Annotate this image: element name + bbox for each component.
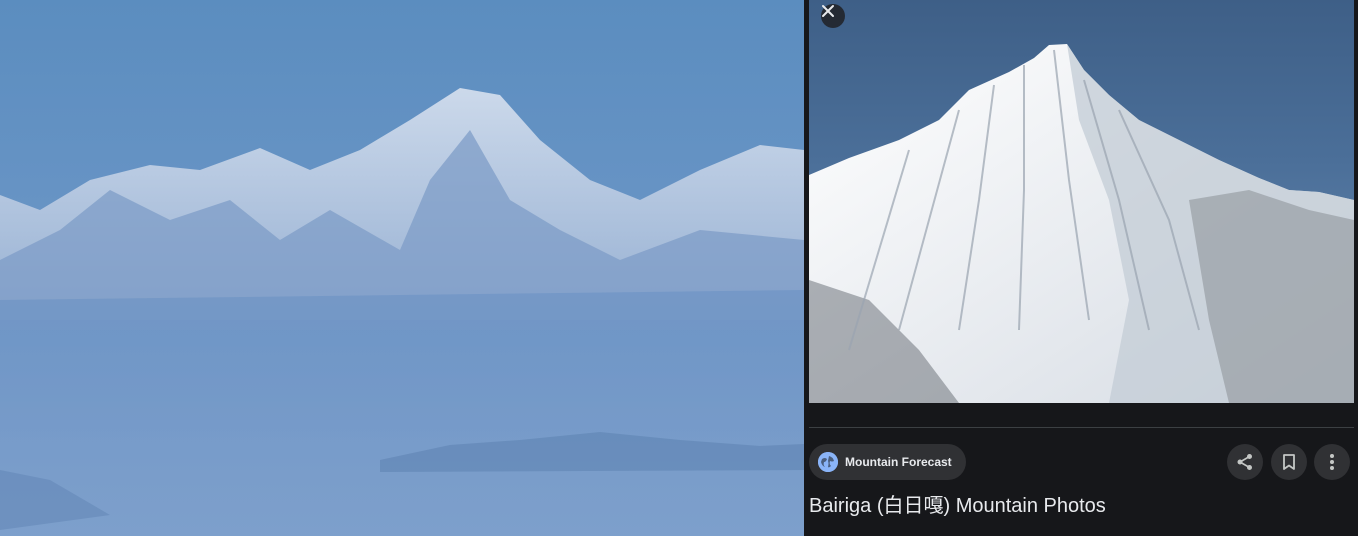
globe-icon — [818, 452, 838, 472]
bookmark-icon — [1283, 454, 1295, 470]
more-options-button[interactable] — [1314, 444, 1350, 480]
mountain-peak-icon — [809, 44, 1354, 403]
source-chip[interactable]: Mountain Forecast — [809, 444, 966, 480]
close-button[interactable] — [821, 4, 845, 28]
share-icon — [1237, 454, 1252, 470]
source-name: Mountain Forecast — [845, 455, 952, 469]
background-image — [0, 0, 804, 536]
image-title[interactable]: Bairiga (白日嘎) Mountain Photos — [809, 494, 1349, 518]
close-icon — [822, 5, 834, 17]
preview-image[interactable] — [809, 0, 1354, 403]
share-button[interactable] — [1227, 444, 1263, 480]
save-button[interactable] — [1271, 444, 1307, 480]
more-vert-icon — [1330, 454, 1334, 470]
blurred-mountain-range-icon — [0, 88, 804, 536]
divider — [809, 427, 1354, 428]
image-side-panel: Mountain Forecast Bairiga (白日嘎) Mountain… — [804, 0, 1358, 536]
